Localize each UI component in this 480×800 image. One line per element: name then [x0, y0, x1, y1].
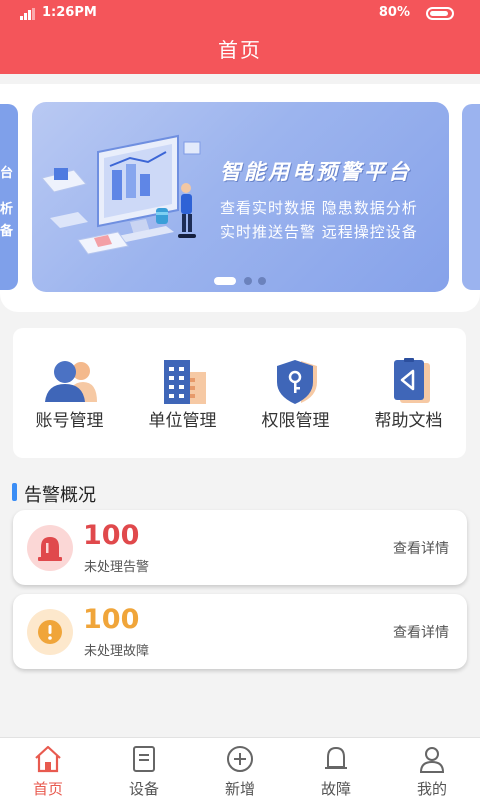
tab-profile[interactable]: 我的	[384, 738, 480, 800]
bell-icon	[325, 746, 347, 769]
menu-item-accounts[interactable]: 账号管理	[13, 328, 126, 458]
warning-icon	[27, 609, 73, 655]
banner-next-slide[interactable]	[462, 104, 480, 290]
tab-label: 故障	[320, 780, 351, 798]
menu-label: 账号管理	[35, 411, 104, 431]
banner-line-1: 查看实时数据 隐患数据分析	[220, 199, 418, 217]
tab-devices[interactable]: 设备	[96, 738, 192, 800]
fault-details-link[interactable]: 查看详情	[393, 622, 449, 642]
app-header: 1:26PM 80% 首页	[0, 0, 480, 74]
slide-dot[interactable]	[244, 277, 252, 285]
shield-key-icon	[277, 360, 317, 404]
status-time: 1:26PM	[42, 5, 97, 20]
peek-char: 备	[0, 224, 14, 239]
fault-card[interactable]: 100 未处理故障 查看详情	[13, 594, 467, 669]
tab-label: 首页	[32, 780, 63, 798]
menu-item-permissions[interactable]: 权限管理	[239, 328, 352, 458]
tab-label: 我的	[416, 780, 447, 798]
menu-label: 权限管理	[261, 411, 330, 431]
tab-home[interactable]: 首页	[0, 738, 96, 800]
building-icon	[164, 360, 206, 404]
add-icon	[227, 746, 253, 772]
battery-icon	[426, 7, 454, 20]
help-doc-icon	[394, 358, 430, 403]
alarm-card[interactable]: 100 未处理告警 查看详情	[13, 510, 467, 585]
signal-icon	[20, 8, 36, 20]
dashboard-illustration	[41, 134, 201, 255]
tab-label: 新增	[224, 780, 255, 798]
section-marker	[12, 483, 17, 501]
slide-dot[interactable]	[214, 277, 236, 285]
user-icon	[419, 747, 445, 773]
menu-item-units[interactable]: 单位管理	[126, 328, 239, 458]
status-bar: 1:26PM 80%	[0, 0, 480, 26]
banner-prev-slide[interactable]: 台 析 备	[0, 104, 18, 290]
fault-label: 未处理故障	[84, 644, 150, 659]
home-icon	[35, 745, 61, 773]
tab-add[interactable]: 新增	[192, 738, 288, 800]
banner-title: 智能用电预警平台	[220, 160, 412, 184]
peek-char: 析	[0, 202, 14, 217]
section-title: 告警概况	[24, 485, 96, 506]
alarm-details-link[interactable]: 查看详情	[393, 538, 449, 558]
bottom-tab-bar: 首页 设备 新增 故障 我的	[0, 737, 480, 800]
menu-item-help[interactable]: 帮助文档	[352, 328, 465, 458]
tab-faults[interactable]: 故障	[288, 738, 384, 800]
fault-count: 100	[83, 604, 140, 635]
device-icon	[133, 746, 155, 772]
users-icon	[45, 361, 97, 402]
page-title: 首页	[218, 38, 262, 62]
alarm-icon	[27, 525, 73, 571]
alarm-count: 100	[83, 520, 140, 551]
banner-slide[interactable]: 智能用电预警平台 查看实时数据 隐患数据分析 实时推送告警 远程操控设备	[32, 102, 449, 292]
tab-label: 设备	[128, 780, 159, 798]
banner-line-2: 实时推送告警 远程操控设备	[220, 223, 418, 241]
menu-label: 帮助文档	[374, 411, 443, 431]
battery-percent: 80%	[378, 5, 410, 20]
quick-menu: 账号管理 单位管理 权限管理 帮助文档	[13, 328, 466, 458]
alarm-label: 未处理告警	[84, 560, 150, 575]
slide-dot[interactable]	[258, 277, 266, 285]
peek-char: 台	[0, 166, 14, 181]
menu-label: 单位管理	[148, 411, 217, 431]
